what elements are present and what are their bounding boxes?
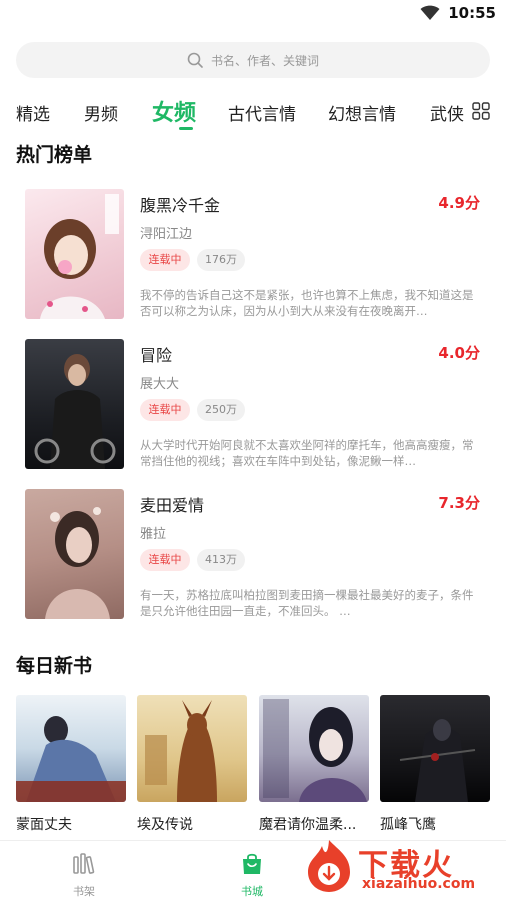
status-badge: 连载中 <box>140 549 190 571</box>
nav-bookstore-label: 书城 <box>241 885 263 898</box>
nav-bookshelf[interactable]: 书架 <box>54 851 114 899</box>
new-book-item[interactable]: 魔君请你温柔... <box>259 695 369 834</box>
new-book-item[interactable]: 埃及传说 <box>137 695 247 834</box>
tab-featured[interactable]: 精选 <box>16 100 50 125</box>
tab-female[interactable]: 女频 <box>152 95 196 127</box>
new-book-item[interactable]: 蒙面丈夫 <box>16 695 126 834</box>
book-description: 有一天，苏格拉底叫柏拉图到麦田摘一棵最社最美好的麦子，条件是只允许他往田园一直走… <box>140 588 474 618</box>
book-score: 4.9分 <box>438 194 480 212</box>
bookshelf-icon <box>73 853 95 874</box>
book-cover[interactable] <box>25 189 124 319</box>
new-book-title[interactable]: 蒙面丈夫 <box>16 814 126 834</box>
book-description: 从大学时代开始阿良就不太喜欢坐阿祥的摩托车，他高高瘦瘦，常常挡住他的视线；喜欢在… <box>140 438 474 468</box>
status-badge: 连载中 <box>140 249 190 271</box>
search-placeholder: 书名、作者、关键词 <box>210 53 319 68</box>
word-count-badge: 413万 <box>197 549 245 571</box>
flame-logo-icon <box>308 840 350 892</box>
tab-male[interactable]: 男频 <box>84 100 118 125</box>
book-author: 雅拉 <box>140 527 167 542</box>
book-item[interactable]: 麦田爱情 雅拉 7.3分 连载中 413万 有一天，苏格拉底叫柏拉图到麦田摘一棵… <box>25 489 495 619</box>
book-item[interactable]: 腹黑冷千金 浔阳江边 4.9分 连载中 176万 我不停的告诉自己这不是紧张，也… <box>25 189 495 319</box>
book-cover[interactable] <box>259 695 369 802</box>
watermark: 下载火 xiazaihuo.com <box>300 836 500 896</box>
book-cover[interactable] <box>137 695 247 802</box>
tab-fantasy-romance[interactable]: 幻想言情 <box>328 100 396 125</box>
book-description: 我不停的告诉自己这不是紧张，也许也算不上焦虑，我不知道这是否可以称之为认床，因为… <box>140 288 474 318</box>
tab-ancient-romance[interactable]: 古代言情 <box>228 100 296 125</box>
nav-bookshelf-label: 书架 <box>73 885 95 898</box>
book-cover[interactable] <box>25 489 124 619</box>
book-title[interactable]: 麦田爱情 <box>140 492 204 516</box>
bookstore-bag-icon <box>243 853 261 874</box>
book-author: 浔阳江边 <box>140 227 193 242</box>
new-book-title[interactable]: 魔君请你温柔... <box>259 814 369 834</box>
new-book-item[interactable]: 孤峰飞鹰 <box>380 695 490 834</box>
search-icon <box>187 52 203 68</box>
book-cover[interactable] <box>380 695 490 802</box>
word-count-badge: 250万 <box>197 399 245 421</box>
book-cover[interactable] <box>16 695 126 802</box>
book-cover[interactable] <box>25 339 124 469</box>
wifi-icon <box>420 5 440 20</box>
tab-wuxia[interactable]: 武侠 <box>430 100 464 125</box>
category-grid-icon[interactable] <box>472 102 490 120</box>
new-book-title[interactable]: 孤峰飞鹰 <box>380 814 490 834</box>
watermark-url: xiazaihuo.com <box>362 876 476 892</box>
book-author: 展大大 <box>140 377 180 392</box>
search-input[interactable]: 书名、作者、关键词 <box>16 42 490 78</box>
category-tabs: 精选 男频 女频 古代言情 幻想言情 武侠 <box>16 94 490 130</box>
book-score: 4.0分 <box>438 344 480 362</box>
nav-bookstore[interactable]: 书城 <box>222 851 282 899</box>
active-tab-indicator <box>179 127 193 130</box>
book-title[interactable]: 腹黑冷千金 <box>140 192 220 216</box>
book-title[interactable]: 冒险 <box>140 342 172 366</box>
new-book-title[interactable]: 埃及传说 <box>137 814 247 834</box>
status-time: 10:55 <box>448 4 496 22</box>
status-badge: 连载中 <box>140 399 190 421</box>
book-score: 7.3分 <box>438 494 480 512</box>
hot-list-title: 热门榜单 <box>16 144 93 166</box>
status-bar: 10:55 <box>0 0 506 28</box>
daily-new-title: 每日新书 <box>16 655 93 677</box>
word-count-badge: 176万 <box>197 249 245 271</box>
book-item[interactable]: 冒险 展大大 4.0分 连载中 250万 从大学时代开始阿良就不太喜欢坐阿祥的摩… <box>25 339 495 469</box>
